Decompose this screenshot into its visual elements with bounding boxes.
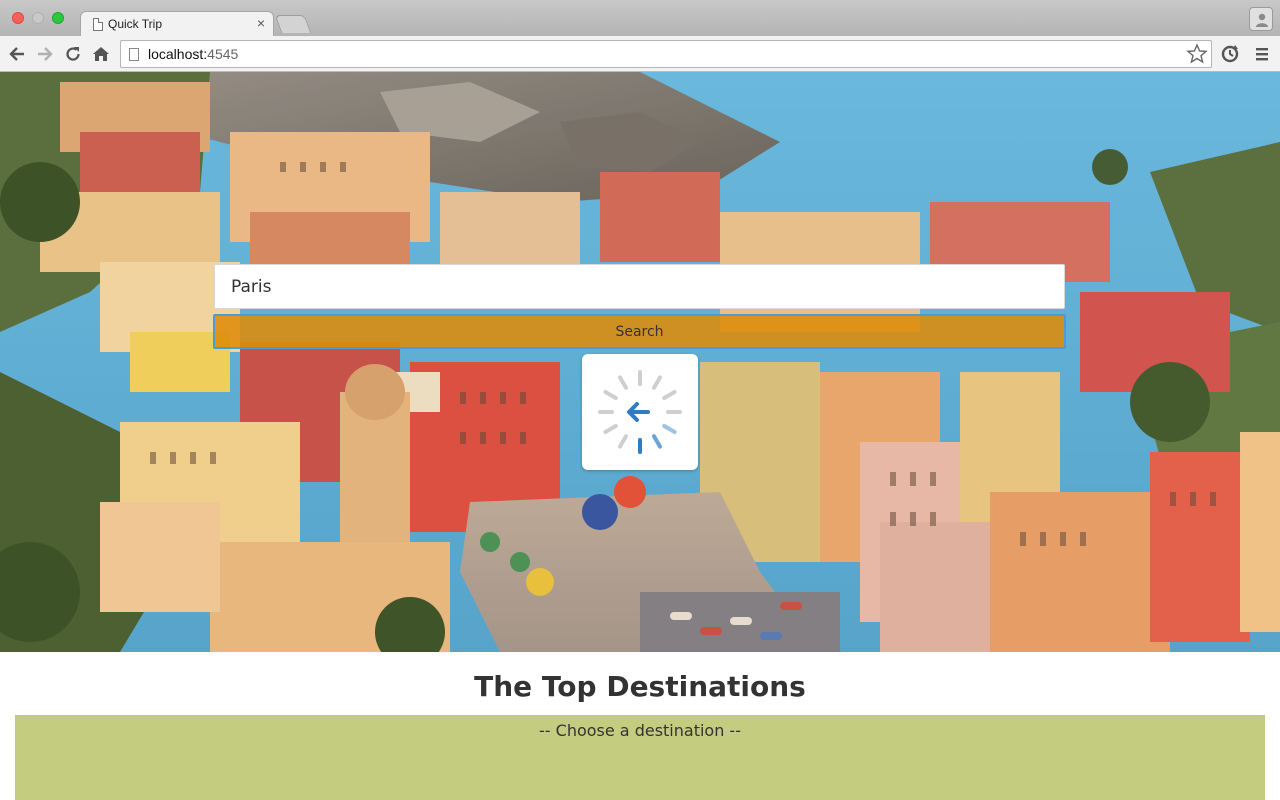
profile-button[interactable] <box>1249 7 1273 31</box>
destination-select[interactable]: -- Choose a destination -- <box>15 721 1265 740</box>
menu-hamburger-icon[interactable] <box>1252 44 1272 64</box>
page-icon <box>93 18 103 31</box>
window-minimize-button[interactable] <box>32 12 44 24</box>
tab-close-icon[interactable]: × <box>257 15 265 31</box>
extension-sync-icon[interactable] <box>1220 44 1240 64</box>
destinations-panel: -- Choose a destination -- <box>15 715 1265 800</box>
person-icon <box>1256 13 1268 27</box>
home-icon[interactable] <box>91 44 111 64</box>
browser-tab-active[interactable]: Quick Trip × <box>80 11 274 37</box>
new-tab-button[interactable] <box>274 15 312 33</box>
search-button[interactable]: Search <box>213 314 1066 349</box>
destination-search-input[interactable] <box>214 264 1065 309</box>
reload-icon[interactable] <box>63 44 83 64</box>
loading-spinner-icon <box>598 370 682 454</box>
address-url[interactable]: localhost:4545 <box>148 46 238 62</box>
forward-arrow-icon[interactable] <box>35 44 55 64</box>
page-info-icon[interactable] <box>129 48 139 61</box>
window-close-button[interactable] <box>12 12 24 24</box>
bookmark-star-icon[interactable] <box>1186 43 1208 69</box>
loading-spinner <box>582 354 698 470</box>
window-titlebar: Quick Trip × <box>0 0 1280 37</box>
back-arrow-icon[interactable] <box>7 44 27 64</box>
window-zoom-button[interactable] <box>52 12 64 24</box>
address-bar[interactable]: localhost:4545 <box>120 40 1212 68</box>
tab-title: Quick Trip <box>108 17 163 31</box>
destinations-heading: The Top Destinations <box>474 670 806 703</box>
browser-toolbar: localhost:4545 <box>0 36 1280 72</box>
